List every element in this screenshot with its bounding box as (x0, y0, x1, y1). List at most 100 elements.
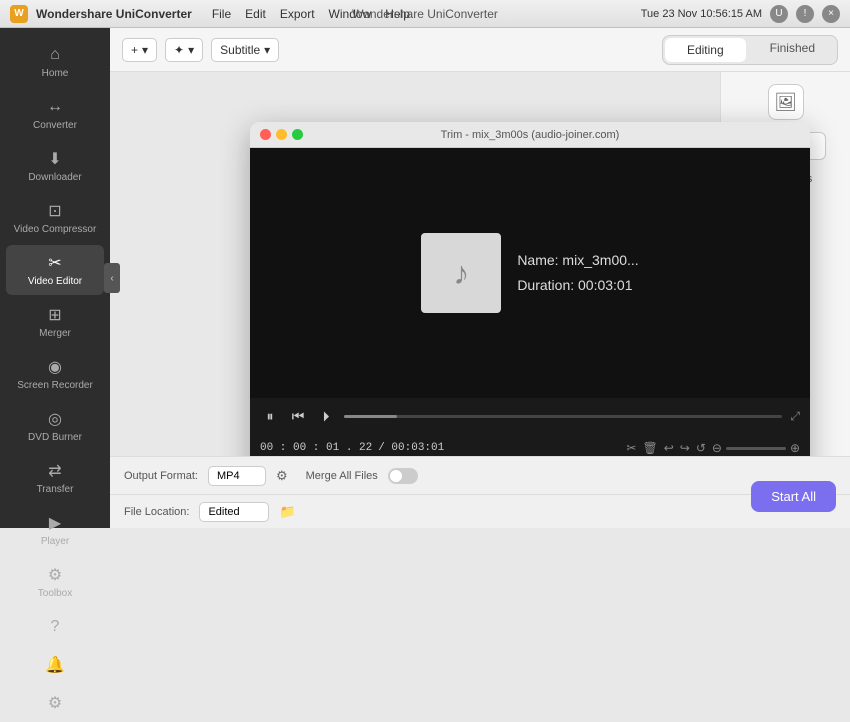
delete-icon[interactable]: 🗑 (642, 441, 657, 455)
zoom-bar: ⊖ ⊕ (712, 441, 800, 455)
settings-icon: ⚙ (45, 693, 65, 713)
tab-editing[interactable]: Editing (665, 38, 746, 62)
title-bar: W Wondershare UniConverter File Edit Exp… (0, 0, 850, 28)
folder-icon[interactable]: 📁 (279, 504, 295, 520)
tab-group: Editing Finished (662, 35, 838, 65)
sidebar-item-transfer[interactable]: ⇄ Transfer (6, 453, 104, 503)
sidebar-label-transfer: Transfer (37, 484, 74, 495)
audio-metadata: Name: mix_3m00... Duration: 00:03:01 (517, 248, 638, 298)
editor-icon: ✂ (45, 253, 65, 273)
menu-edit[interactable]: Edit (245, 7, 266, 21)
user-icon[interactable]: U (770, 5, 788, 23)
playback-progress[interactable] (344, 415, 782, 418)
sidebar-label-downloader: Downloader (28, 172, 81, 183)
effects-label: ▾ (188, 43, 194, 57)
timecode-bar: 00 : 00 : 01 . 22 / 00:03:01 ✂ 🗑 ↩ ↪ ↺ ⊖ (250, 434, 810, 456)
merge-all-files-label: Merge All Files (306, 470, 378, 482)
sidebar-item-toolbox[interactable]: ⚙ Toolbox (6, 557, 104, 607)
body-area: Trim - mix_3m00s (audio-joiner.com) ♪ Na… (110, 72, 850, 456)
sidebar-item-player[interactable]: ▶ Player (6, 505, 104, 555)
add-media-icon: + (131, 43, 138, 57)
toggle-knob (390, 470, 402, 482)
sidebar-toggle[interactable]: ‹ (104, 263, 120, 293)
sidebar-label-toolbox: Toolbox (38, 588, 72, 599)
video-preview-area: ♪ Name: mix_3m00... Duration: 00:03:01 (250, 148, 810, 398)
edit-tools: ✂ 🗑 ↩ ↪ ↺ ⊖ ⊕ (626, 441, 800, 455)
sidebar-label-home: Home (42, 68, 69, 79)
audio-thumbnail: ♪ (421, 233, 501, 313)
play-button[interactable]: ⏵ (316, 408, 336, 425)
toolbox-icon: ⚙ (45, 565, 65, 585)
file-location-select[interactable]: Edited Custom (199, 502, 269, 522)
dvd-icon: ◎ (45, 409, 65, 429)
subtitle-button[interactable]: Subtitle ▾ (211, 38, 279, 62)
content-area: + ▾ ✦ ▾ Subtitle ▾ Editing Finished (110, 28, 850, 528)
sidebar-label-recorder: Screen Recorder (17, 380, 93, 391)
dialog-minimize-dot[interactable] (276, 129, 287, 140)
close-icon[interactable]: × (822, 5, 840, 23)
output-format-bar: Output Format: MP4 MOV AVI MKV ⚙ Merge A… (110, 456, 850, 494)
effects-button[interactable]: ✦ ▾ (165, 38, 203, 62)
expand-icon[interactable]: ⤢ (790, 409, 800, 424)
sidebar-bottom: ? 🔔 ⚙ (0, 608, 110, 722)
sidebar: ⌂ Home ↔ Converter ⬇ Downloader ⊡ Video … (0, 28, 110, 528)
title-bar-right: Tue 23 Nov 10:56:15 AM U ! × (641, 5, 840, 23)
bell-icon: 🔔 (45, 655, 65, 675)
sidebar-item-merger[interactable]: ⊞ Merger (6, 297, 104, 347)
start-all-button[interactable]: Start All (751, 481, 836, 512)
output-format-select[interactable]: MP4 MOV AVI MKV (208, 466, 266, 486)
music-note-icon: ♪ (453, 255, 469, 292)
sidebar-item-screen-recorder[interactable]: ◉ Screen Recorder (6, 349, 104, 399)
zoom-slider[interactable] (726, 447, 786, 450)
sidebar-label-editor: Video Editor (28, 276, 82, 287)
sidebar-item-dvd-burner[interactable]: ◎ DVD Burner (6, 401, 104, 451)
output-settings-icon[interactable]: ⚙ (276, 468, 288, 484)
dialog-window-controls (260, 129, 303, 140)
cut-icon[interactable]: ✂ (626, 441, 636, 455)
top-toolbar: + ▾ ✦ ▾ Subtitle ▾ Editing Finished (110, 28, 850, 72)
sidebar-help[interactable]: ? (6, 609, 104, 645)
sidebar-item-home[interactable]: ⌂ Home (6, 37, 104, 87)
effects-icon: ✦ (174, 43, 184, 57)
menu-file[interactable]: File (212, 7, 231, 21)
zoom-out-icon[interactable]: ⊖ (712, 441, 722, 455)
audio-info: ♪ Name: mix_3m00... Duration: 00:03:01 (421, 233, 638, 313)
sidebar-label-compressor: Video Compressor (14, 224, 97, 235)
prev-button[interactable]: ⏮ (288, 408, 308, 425)
alert-icon[interactable]: ! (796, 5, 814, 23)
menu-export[interactable]: Export (280, 7, 315, 21)
audio-name: Name: mix_3m00... (517, 248, 638, 273)
sidebar-item-converter[interactable]: ↔ Converter (6, 89, 104, 139)
undo-icon[interactable]: ↩ (664, 441, 674, 455)
sidebar-settings[interactable]: ⚙ (6, 685, 104, 721)
output-format-label: Output Format: (124, 470, 198, 482)
redo-icon[interactable]: ↪ (680, 441, 690, 455)
title-bar-left: W Wondershare UniConverter File Edit Exp… (10, 5, 410, 23)
merger-icon: ⊞ (45, 305, 65, 325)
tab-finished[interactable]: Finished (748, 36, 837, 64)
add-media-label: ▾ (142, 43, 148, 57)
dialog-titlebar: Trim - mix_3m00s (audio-joiner.com) (250, 122, 810, 148)
transfer-icon: ⇄ (45, 461, 65, 481)
current-timecode: 00 : 00 : 01 . 22 (260, 442, 372, 454)
system-time: Tue 23 Nov 10:56:15 AM (641, 8, 762, 20)
converter-icon: ↔ (45, 97, 65, 117)
playback-bar: ⏸ ⏮ ⏵ ⤢ (250, 398, 810, 434)
player-icon: ▶ (45, 513, 65, 533)
add-media-button[interactable]: + ▾ (122, 38, 157, 62)
media-library-icon[interactable]: 🖼 (768, 84, 804, 120)
sidebar-item-video-compressor[interactable]: ⊡ Video Compressor (6, 193, 104, 243)
dialog-close-dot[interactable] (260, 129, 271, 140)
editor-dialog: Trim - mix_3m00s (audio-joiner.com) ♪ Na… (250, 122, 810, 456)
merge-all-toggle[interactable] (388, 468, 418, 484)
sidebar-label-dvd: DVD Burner (28, 432, 82, 443)
playback-progress-fill (344, 415, 397, 418)
sidebar-item-video-editor[interactable]: ✂ Video Editor (6, 245, 104, 295)
total-duration: / 00:03:01 (378, 442, 444, 454)
zoom-in-icon[interactable]: ⊕ (790, 441, 800, 455)
refresh-icon[interactable]: ↺ (696, 441, 706, 455)
sidebar-item-downloader[interactable]: ⬇ Downloader (6, 141, 104, 191)
dialog-maximize-dot[interactable] (292, 129, 303, 140)
sidebar-notifications[interactable]: 🔔 (6, 647, 104, 683)
pause-button[interactable]: ⏸ (260, 408, 280, 425)
